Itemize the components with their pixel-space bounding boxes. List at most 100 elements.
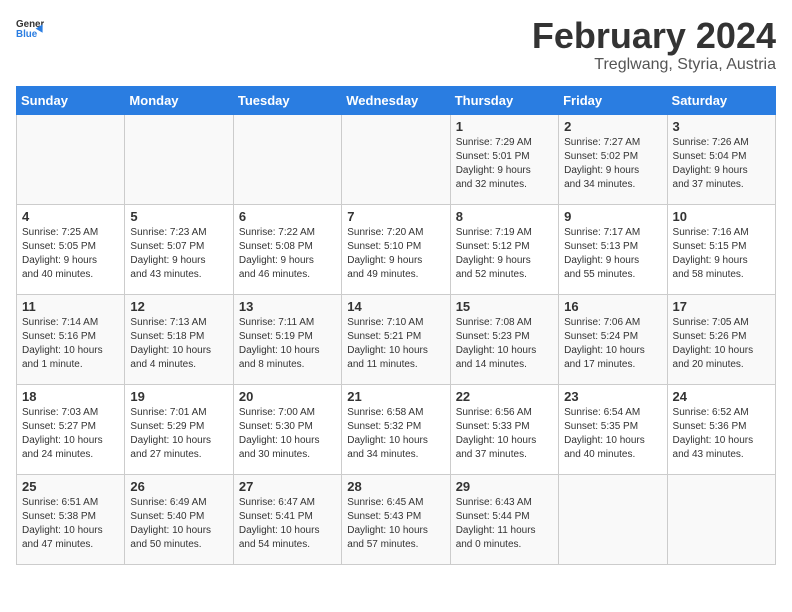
day-info: Sunrise: 6:58 AM Sunset: 5:32 PM Dayligh…: [347, 406, 444, 462]
week-row-3: 11 Sunrise: 7:14 AM Sunset: 5:16 PM Dayli…: [17, 294, 776, 384]
calendar-cell: 16 Sunrise: 7:06 AM Sunset: 5:24 PM Dayli…: [559, 294, 667, 384]
day-number: 14: [347, 299, 444, 314]
logo-icon: General Blue: [16, 16, 44, 44]
day-info: Sunrise: 7:19 AM Sunset: 5:12 PM Dayligh…: [456, 226, 553, 282]
week-row-1: 1 Sunrise: 7:29 AM Sunset: 5:01 PM Daylig…: [17, 114, 776, 204]
page-title: February 2024: [532, 16, 776, 56]
calendar-cell: 23 Sunrise: 6:54 AM Sunset: 5:35 PM Dayli…: [559, 384, 667, 474]
calendar-cell: 4 Sunrise: 7:25 AM Sunset: 5:05 PM Daylig…: [17, 204, 125, 294]
calendar-cell: 24 Sunrise: 6:52 AM Sunset: 5:36 PM Dayli…: [667, 384, 775, 474]
calendar-cell: 11 Sunrise: 7:14 AM Sunset: 5:16 PM Dayli…: [17, 294, 125, 384]
day-number: 22: [456, 389, 553, 404]
calendar-cell: 7 Sunrise: 7:20 AM Sunset: 5:10 PM Daylig…: [342, 204, 450, 294]
day-info: Sunrise: 6:45 AM Sunset: 5:43 PM Dayligh…: [347, 496, 444, 552]
day-number: 7: [347, 209, 444, 224]
day-info: Sunrise: 7:14 AM Sunset: 5:16 PM Dayligh…: [22, 316, 119, 372]
day-number: 27: [239, 479, 336, 494]
day-number: 2: [564, 119, 661, 134]
calendar-cell: 8 Sunrise: 7:19 AM Sunset: 5:12 PM Daylig…: [450, 204, 558, 294]
calendar-cell: [559, 474, 667, 564]
calendar-cell: 26 Sunrise: 6:49 AM Sunset: 5:40 PM Dayli…: [125, 474, 233, 564]
calendar-cell: 17Sunrise: 7:05 AM Sunset: 5:26 PM Dayli…: [667, 294, 775, 384]
day-number: 21: [347, 389, 444, 404]
day-info: Sunrise: 6:43 AM Sunset: 5:44 PM Dayligh…: [456, 496, 553, 552]
day-info: Sunrise: 7:11 AM Sunset: 5:19 PM Dayligh…: [239, 316, 336, 372]
day-number: 16: [564, 299, 661, 314]
calendar-cell: 21 Sunrise: 6:58 AM Sunset: 5:32 PM Dayli…: [342, 384, 450, 474]
calendar-cell: 12 Sunrise: 7:13 AM Sunset: 5:18 PM Dayli…: [125, 294, 233, 384]
day-info: Sunrise: 7:00 AM Sunset: 5:30 PM Dayligh…: [239, 406, 336, 462]
day-number: 12: [130, 299, 227, 314]
day-number: 29: [456, 479, 553, 494]
day-info: Sunrise: 6:49 AM Sunset: 5:40 PM Dayligh…: [130, 496, 227, 552]
day-number: 15: [456, 299, 553, 314]
calendar-cell: [125, 114, 233, 204]
svg-text:Blue: Blue: [16, 29, 38, 40]
day-info: Sunrise: 7:10 AM Sunset: 5:21 PM Dayligh…: [347, 316, 444, 372]
calendar-cell: 27 Sunrise: 6:47 AM Sunset: 5:41 PM Dayli…: [233, 474, 341, 564]
week-row-5: 25 Sunrise: 6:51 AM Sunset: 5:38 PM Dayli…: [17, 474, 776, 564]
calendar-cell: 2 Sunrise: 7:27 AM Sunset: 5:02 PM Daylig…: [559, 114, 667, 204]
weekday-header-wednesday: Wednesday: [342, 86, 450, 114]
page-subtitle: Treglwang, Styria, Austria: [532, 56, 776, 74]
day-number: 10: [673, 209, 770, 224]
day-info: Sunrise: 7:25 AM Sunset: 5:05 PM Dayligh…: [22, 226, 119, 282]
weekday-header-thursday: Thursday: [450, 86, 558, 114]
day-number: 28: [347, 479, 444, 494]
calendar-header: SundayMondayTuesdayWednesdayThursdayFrid…: [17, 86, 776, 114]
day-number: 5: [130, 209, 227, 224]
calendar-cell: 9Sunrise: 7:17 AM Sunset: 5:13 PM Daylig…: [559, 204, 667, 294]
day-number: 13: [239, 299, 336, 314]
day-info: Sunrise: 7:20 AM Sunset: 5:10 PM Dayligh…: [347, 226, 444, 282]
day-number: 6: [239, 209, 336, 224]
calendar-cell: 15Sunrise: 7:08 AM Sunset: 5:23 PM Dayli…: [450, 294, 558, 384]
header: General Blue February 2024 Treglwang, St…: [16, 16, 776, 74]
day-number: 1: [456, 119, 553, 134]
day-info: Sunrise: 6:56 AM Sunset: 5:33 PM Dayligh…: [456, 406, 553, 462]
title-area: February 2024 Treglwang, Styria, Austria: [532, 16, 776, 74]
day-number: 23: [564, 389, 661, 404]
calendar-cell: [17, 114, 125, 204]
day-number: 19: [130, 389, 227, 404]
day-info: Sunrise: 7:27 AM Sunset: 5:02 PM Dayligh…: [564, 136, 661, 192]
day-info: Sunrise: 7:01 AM Sunset: 5:29 PM Dayligh…: [130, 406, 227, 462]
day-number: 3: [673, 119, 770, 134]
day-info: Sunrise: 6:54 AM Sunset: 5:35 PM Dayligh…: [564, 406, 661, 462]
weekday-header-monday: Monday: [125, 86, 233, 114]
day-info: Sunrise: 7:05 AM Sunset: 5:26 PM Dayligh…: [673, 316, 770, 372]
weekday-header-sunday: Sunday: [17, 86, 125, 114]
calendar-cell: 13 Sunrise: 7:11 AM Sunset: 5:19 PM Dayli…: [233, 294, 341, 384]
day-number: 9: [564, 209, 661, 224]
day-number: 8: [456, 209, 553, 224]
calendar-body: 1 Sunrise: 7:29 AM Sunset: 5:01 PM Daylig…: [17, 114, 776, 564]
calendar-cell: 28 Sunrise: 6:45 AM Sunset: 5:43 PM Dayli…: [342, 474, 450, 564]
logo: General Blue: [16, 16, 44, 44]
day-info: Sunrise: 7:13 AM Sunset: 5:18 PM Dayligh…: [130, 316, 227, 372]
day-info: Sunrise: 6:51 AM Sunset: 5:38 PM Dayligh…: [22, 496, 119, 552]
day-number: 25: [22, 479, 119, 494]
calendar-cell: 1 Sunrise: 7:29 AM Sunset: 5:01 PM Daylig…: [450, 114, 558, 204]
day-number: 26: [130, 479, 227, 494]
calendar-cell: 20 Sunrise: 7:00 AM Sunset: 5:30 PM Dayli…: [233, 384, 341, 474]
weekday-header-tuesday: Tuesday: [233, 86, 341, 114]
calendar-cell: [342, 114, 450, 204]
day-number: 11: [22, 299, 119, 314]
calendar-cell: 18 Sunrise: 7:03 AM Sunset: 5:27 PM Dayli…: [17, 384, 125, 474]
day-number: 18: [22, 389, 119, 404]
day-number: 24: [673, 389, 770, 404]
day-info: Sunrise: 6:47 AM Sunset: 5:41 PM Dayligh…: [239, 496, 336, 552]
calendar-cell: 10 Sunrise: 7:16 AM Sunset: 5:15 PM Dayli…: [667, 204, 775, 294]
day-number: 4: [22, 209, 119, 224]
day-info: Sunrise: 7:22 AM Sunset: 5:08 PM Dayligh…: [239, 226, 336, 282]
week-row-2: 4 Sunrise: 7:25 AM Sunset: 5:05 PM Daylig…: [17, 204, 776, 294]
day-info: Sunrise: 7:29 AM Sunset: 5:01 PM Dayligh…: [456, 136, 553, 192]
day-number: 20: [239, 389, 336, 404]
day-info: Sunrise: 7:03 AM Sunset: 5:27 PM Dayligh…: [22, 406, 119, 462]
calendar-cell: 5Sunrise: 7:23 AM Sunset: 5:07 PM Daylig…: [125, 204, 233, 294]
day-info: Sunrise: 7:26 AM Sunset: 5:04 PM Dayligh…: [673, 136, 770, 192]
calendar-table: SundayMondayTuesdayWednesdayThursdayFrid…: [16, 86, 776, 565]
day-info: Sunrise: 7:06 AM Sunset: 5:24 PM Dayligh…: [564, 316, 661, 372]
calendar-cell: [667, 474, 775, 564]
day-info: Sunrise: 7:16 AM Sunset: 5:15 PM Dayligh…: [673, 226, 770, 282]
day-info: Sunrise: 6:52 AM Sunset: 5:36 PM Dayligh…: [673, 406, 770, 462]
